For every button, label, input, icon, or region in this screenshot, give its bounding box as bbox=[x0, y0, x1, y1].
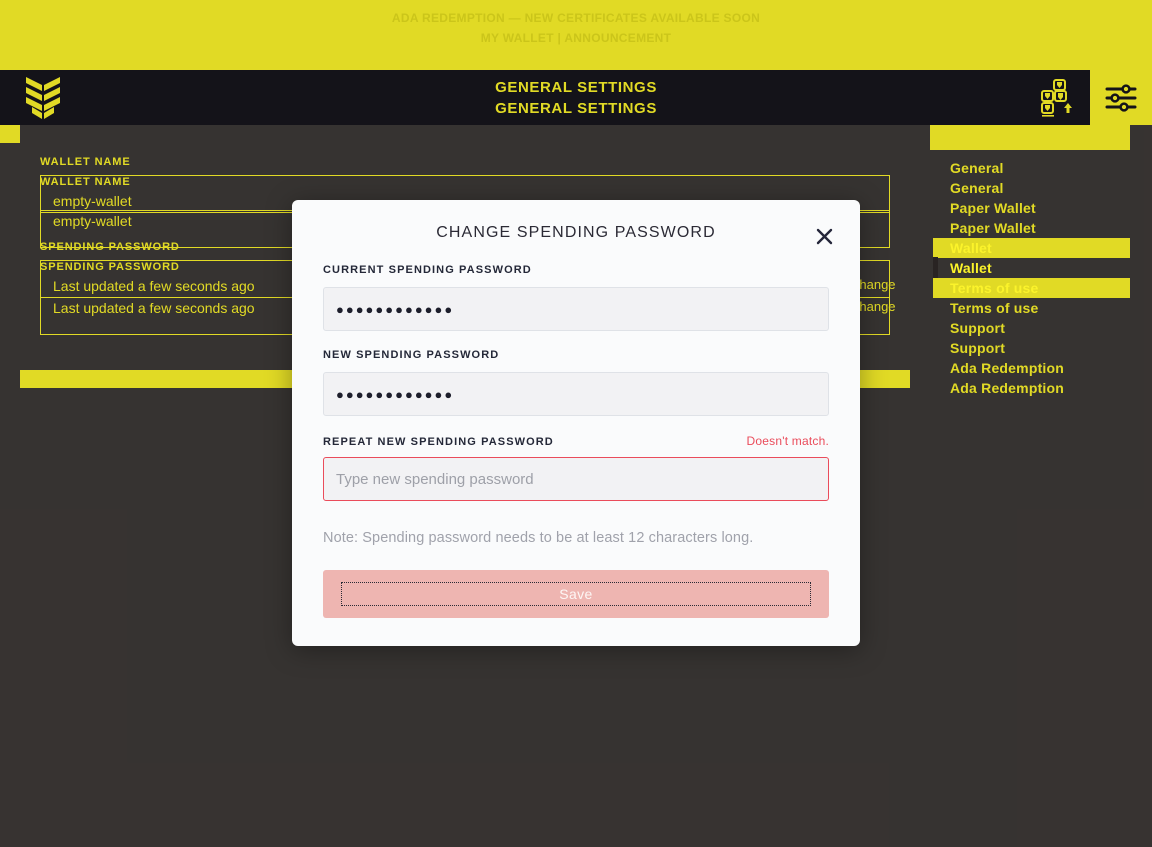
current-password-field: Current spending password ●●●●●●●●●●●● bbox=[323, 264, 829, 331]
change-spending-password-dialog: Change spending password Current spendin… bbox=[292, 200, 860, 646]
close-icon[interactable] bbox=[812, 224, 836, 248]
repeat-password-field: Repeat new spending password Doesn't mat… bbox=[323, 434, 829, 501]
repeat-password-label-row: Repeat new spending password Doesn't mat… bbox=[323, 434, 829, 450]
password-requirement-note: Note: Spending password needs to be at l… bbox=[323, 530, 754, 546]
repeat-password-error: Doesn't match. bbox=[746, 434, 829, 448]
current-password-input[interactable]: ●●●●●●●●●●●● bbox=[323, 287, 829, 331]
current-password-label: Current spending password bbox=[323, 264, 532, 276]
repeat-password-placeholder: Type new spending password bbox=[336, 470, 534, 488]
save-button-label: Save bbox=[341, 582, 811, 606]
new-password-field: New spending password ●●●●●●●●●●●● bbox=[323, 349, 829, 416]
new-password-input[interactable]: ●●●●●●●●●●●● bbox=[323, 372, 829, 416]
current-password-label-row: Current spending password bbox=[323, 264, 829, 280]
current-password-value: ●●●●●●●●●●●● bbox=[336, 301, 455, 317]
new-password-label-row: New spending password bbox=[323, 349, 829, 365]
new-password-value: ●●●●●●●●●●●● bbox=[336, 386, 455, 402]
new-password-label: New spending password bbox=[323, 349, 500, 361]
sidebar-item-label: Terms of use bbox=[950, 280, 1039, 296]
sidebar-item-label: Wallet bbox=[950, 240, 992, 256]
sidebar-item-label: Wallet bbox=[950, 260, 992, 276]
repeat-password-label: Repeat new spending password bbox=[323, 436, 554, 448]
dialog-title: Change spending password bbox=[436, 224, 716, 241]
save-button[interactable]: Save bbox=[323, 570, 829, 618]
repeat-password-input[interactable]: Type new spending password bbox=[323, 457, 829, 501]
